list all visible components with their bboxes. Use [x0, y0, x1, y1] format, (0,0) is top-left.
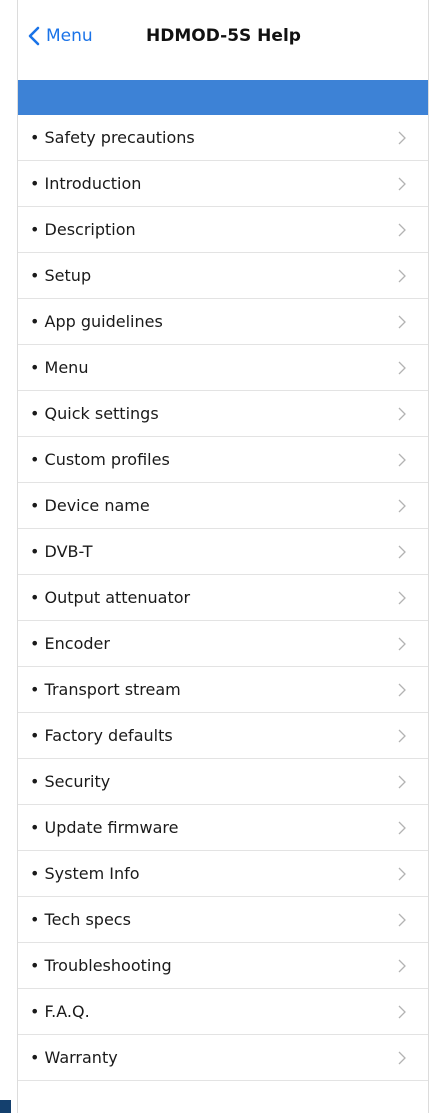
page-title: HDMOD-5S Help [146, 26, 301, 46]
list-item[interactable]: • Custom profiles [18, 437, 428, 483]
list-item[interactable]: • Introduction [18, 161, 428, 207]
list-item[interactable]: • Update firmware [18, 805, 428, 851]
list-item-label: • F.A.Q. [30, 1002, 90, 1021]
chevron-right-icon [398, 315, 406, 328]
list-item[interactable]: • Output attenuator [18, 575, 428, 621]
chevron-right-icon [398, 1051, 406, 1064]
back-button[interactable]: Menu [28, 26, 93, 46]
list-item-label: • Quick settings [30, 404, 159, 423]
list-item-label: • App guidelines [30, 312, 163, 331]
list-item-label: • Encoder [30, 634, 110, 653]
list-item-label: • Introduction [30, 174, 142, 193]
chevron-right-icon [398, 453, 406, 466]
chevron-right-icon [398, 545, 406, 558]
list-item[interactable]: • Warranty [18, 1035, 428, 1081]
list-item-label: • Factory defaults [30, 726, 173, 745]
help-topics-list: • Safety precautions • Introduction • De… [18, 115, 428, 1081]
list-item[interactable]: • Quick settings [18, 391, 428, 437]
list-item[interactable]: • App guidelines [18, 299, 428, 345]
list-item-label: • Device name [30, 496, 150, 515]
list-item[interactable]: • Transport stream [18, 667, 428, 713]
back-button-label: Menu [46, 26, 93, 46]
list-item-label: • Tech specs [30, 910, 131, 929]
chevron-right-icon [398, 729, 406, 742]
list-item-label: • Description [30, 220, 136, 239]
chevron-right-icon [398, 177, 406, 190]
list-item-label: • Output attenuator [30, 588, 191, 607]
navigation-bar: Menu HDMOD-5S Help [18, 0, 428, 80]
chevron-right-icon [398, 775, 406, 788]
chevron-right-icon [398, 407, 406, 420]
list-item[interactable]: • System Info [18, 851, 428, 897]
list-item-label: • Transport stream [30, 680, 181, 699]
header-band [18, 80, 428, 115]
chevron-right-icon [398, 637, 406, 650]
list-item[interactable]: • Setup [18, 253, 428, 299]
list-item[interactable]: • Menu [18, 345, 428, 391]
list-item-label: • Safety precautions [30, 128, 195, 147]
help-screen: Menu HDMOD-5S Help • Safety precautions … [17, 0, 429, 1113]
list-item-label: • DVB-T [30, 542, 93, 561]
list-item-label: • Menu [30, 358, 89, 377]
chevron-right-icon [398, 131, 406, 144]
list-item[interactable]: • DVB-T [18, 529, 428, 575]
list-item[interactable]: • Device name [18, 483, 428, 529]
list-item[interactable]: • Troubleshooting [18, 943, 428, 989]
chevron-right-icon [398, 959, 406, 972]
chevron-right-icon [398, 1005, 406, 1018]
chevron-right-icon [398, 821, 406, 834]
corner-marker [0, 1100, 11, 1113]
chevron-right-icon [398, 223, 406, 236]
list-item-label: • Warranty [30, 1048, 118, 1067]
chevron-right-icon [398, 913, 406, 926]
chevron-left-icon [28, 26, 40, 46]
list-item-label: • Custom profiles [30, 450, 170, 469]
chevron-right-icon [398, 269, 406, 282]
list-item[interactable]: • Security [18, 759, 428, 805]
list-item[interactable]: • Factory defaults [18, 713, 428, 759]
list-item[interactable]: • Description [18, 207, 428, 253]
list-item-label: • Setup [30, 266, 92, 285]
list-item[interactable]: • Safety precautions [18, 115, 428, 161]
list-item-label: • Security [30, 772, 111, 791]
list-item-label: • System Info [30, 864, 140, 883]
list-item[interactable]: • F.A.Q. [18, 989, 428, 1035]
list-item-label: • Update firmware [30, 818, 179, 837]
list-item-label: • Troubleshooting [30, 956, 172, 975]
chevron-right-icon [398, 499, 406, 512]
list-item[interactable]: • Encoder [18, 621, 428, 667]
chevron-right-icon [398, 867, 406, 880]
list-item[interactable]: • Tech specs [18, 897, 428, 943]
chevron-right-icon [398, 361, 406, 374]
chevron-right-icon [398, 683, 406, 696]
chevron-right-icon [398, 591, 406, 604]
